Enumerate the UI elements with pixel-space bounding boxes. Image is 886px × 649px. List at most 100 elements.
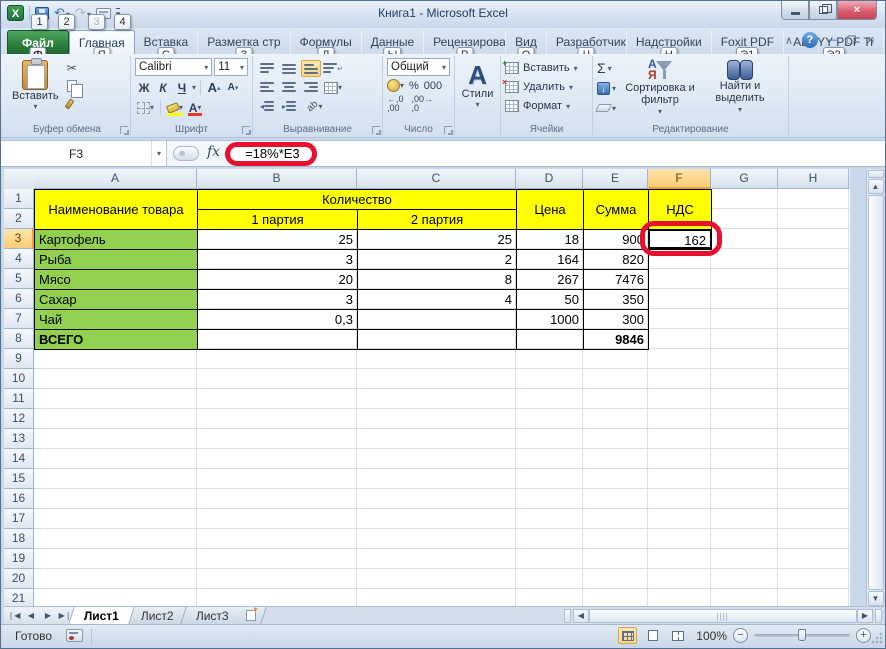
zoom-in-button[interactable]: + (856, 628, 871, 643)
tab-split-handle[interactable] (564, 609, 571, 623)
scrollbar-thumb[interactable] (868, 195, 884, 590)
column-header-H[interactable]: H (778, 169, 849, 189)
zoom-level[interactable]: 100% (693, 629, 727, 643)
align-right-icon[interactable] (301, 79, 321, 96)
row-header-1[interactable]: 1 (4, 189, 34, 209)
align-top-icon[interactable] (257, 60, 277, 77)
column-header-F[interactable]: F (648, 169, 711, 189)
name-box[interactable]: F3 ▾ (1, 141, 167, 166)
cut-icon[interactable]: ✂ (67, 60, 85, 75)
split-handle[interactable] (875, 609, 882, 623)
row-header-15[interactable]: 15 (4, 469, 34, 489)
bold-button[interactable]: Ж (135, 79, 153, 96)
cell-C2[interactable]: 2 партия (357, 209, 517, 230)
increase-indent-icon[interactable]: ▸ (279, 98, 299, 115)
cell-A3[interactable]: Картофель (34, 229, 198, 250)
close-icon[interactable]: ✕ (866, 34, 875, 47)
scroll-right-icon[interactable]: ▶ (857, 609, 873, 623)
number-format-select[interactable]: Общий▾ (387, 58, 450, 76)
cell-F1[interactable]: НДС (648, 189, 712, 230)
format-painter-icon[interactable] (67, 96, 85, 111)
row-header-14[interactable]: 14 (4, 449, 34, 469)
cell-A4[interactable]: Рыба (34, 249, 198, 270)
row-header-16[interactable]: 16 (4, 489, 34, 509)
tab-Разметка стр[interactable]: Разметка стрЗ (198, 30, 290, 54)
next-sheet-icon[interactable]: ▶ (40, 609, 56, 623)
cell-D6[interactable]: 50 (516, 289, 584, 310)
merge-center-icon[interactable]: ▾ (323, 79, 343, 96)
row-header-7[interactable]: 7 (4, 309, 34, 329)
tab-Разработчик[interactable]: РазработчикЧ (547, 30, 627, 54)
font-color-button[interactable]: А▾ (186, 99, 204, 116)
page-layout-view-button[interactable] (643, 627, 662, 644)
cell-B2[interactable]: 1 партия (197, 209, 358, 230)
align-bottom-icon[interactable] (301, 60, 321, 77)
cell-C4[interactable]: 2 (357, 249, 517, 270)
comma-style-button[interactable]: 000 (424, 80, 442, 92)
cell-A6[interactable]: Сахар (34, 289, 198, 310)
chevron-down-icon[interactable]: ▾ (151, 141, 166, 166)
sheet-tab-Лист3[interactable]: Лист3 (180, 607, 244, 624)
row-header-12[interactable]: 12 (4, 409, 34, 429)
wrap-text-icon[interactable]: ↵ (323, 60, 343, 77)
row-header-19[interactable]: 19 (4, 549, 34, 569)
accounting-format-icon[interactable]: ▾ (387, 79, 404, 92)
clear-button[interactable]: ▾ (597, 99, 616, 117)
font-name-select[interactable]: Calibri▾ (135, 58, 212, 76)
zoom-slider[interactable] (754, 634, 850, 637)
cell-D8[interactable] (516, 329, 584, 350)
decrease-decimal-icon[interactable]: ,00→,0 (412, 95, 434, 113)
split-handle[interactable] (868, 170, 884, 178)
cell-A8[interactable]: ВСЕГО (34, 329, 198, 350)
cell-C6[interactable]: 4 (357, 289, 517, 310)
align-left-icon[interactable] (257, 79, 277, 96)
underline-button[interactable]: Ч (173, 79, 191, 96)
cells-layer[interactable]: Наименование товараКоличество1 партия2 п… (34, 189, 850, 606)
font-size-select[interactable]: 11▾ (214, 58, 248, 76)
dialog-launcher-icon[interactable] (372, 126, 380, 134)
tab-Foxit PDF[interactable]: Foxit PDFЭ1 (712, 30, 784, 54)
vertical-scrollbar[interactable]: ▲ ▼ (866, 169, 884, 606)
scroll-down-icon[interactable]: ▼ (868, 591, 884, 606)
insert-cells-button[interactable]: + Вставить▾ (505, 59, 588, 77)
row-header-18[interactable]: 18 (4, 529, 34, 549)
fill-color-button[interactable]: ▾ (165, 99, 185, 116)
row-header-21[interactable]: 21 (4, 589, 34, 606)
dialog-launcher-icon[interactable] (242, 126, 250, 134)
cell-D1[interactable]: Цена (516, 189, 584, 230)
row-header-10[interactable]: 10 (4, 369, 34, 389)
page-break-view-button[interactable] (668, 627, 687, 644)
cell-E5[interactable]: 7476 (583, 269, 649, 290)
tab-Вид[interactable]: ВидО (506, 30, 547, 54)
row-header-3[interactable]: 3 (4, 229, 34, 249)
row-header-4[interactable]: 4 (4, 249, 34, 269)
scroll-up-icon[interactable]: ▲ (868, 179, 884, 194)
cell-D5[interactable]: 267 (516, 269, 584, 290)
tab-Вставка[interactable]: ВставкаС (135, 30, 199, 54)
minimize-button[interactable] (781, 1, 809, 20)
cell-D7[interactable]: 1000 (516, 309, 584, 330)
cell-E4[interactable]: 820 (583, 249, 649, 270)
column-header-D[interactable]: D (516, 169, 583, 189)
align-center-icon[interactable] (279, 79, 299, 96)
paste-button[interactable]: Вставить ▾ (8, 58, 63, 113)
row-header-9[interactable]: 9 (4, 349, 34, 369)
column-header-B[interactable]: B (197, 169, 357, 189)
cell-B5[interactable]: 20 (197, 269, 358, 290)
row-header-2[interactable]: 2 (4, 209, 34, 229)
resize-grip[interactable] (871, 632, 883, 644)
cell-B3[interactable]: 25 (197, 229, 358, 250)
scrollbar-thumb[interactable] (589, 609, 857, 623)
autosum-button[interactable]: Σ▾ (597, 59, 616, 77)
grow-font-button[interactable]: А▴ (205, 79, 223, 96)
cell-D4[interactable]: 164 (516, 249, 584, 270)
fill-button[interactable]: ↓▾ (597, 79, 616, 97)
cell-A5[interactable]: Мясо (34, 269, 198, 290)
cell-C3[interactable]: 25 (357, 229, 517, 250)
insert-worksheet-button[interactable] (235, 607, 267, 624)
shrink-font-button[interactable]: А▾ (224, 79, 242, 96)
insert-function-icon[interactable]: fx (203, 141, 228, 166)
first-sheet-icon[interactable]: ❘◀ (6, 609, 22, 623)
macro-record-icon[interactable] (66, 629, 83, 642)
close-button[interactable]: × (837, 1, 877, 20)
